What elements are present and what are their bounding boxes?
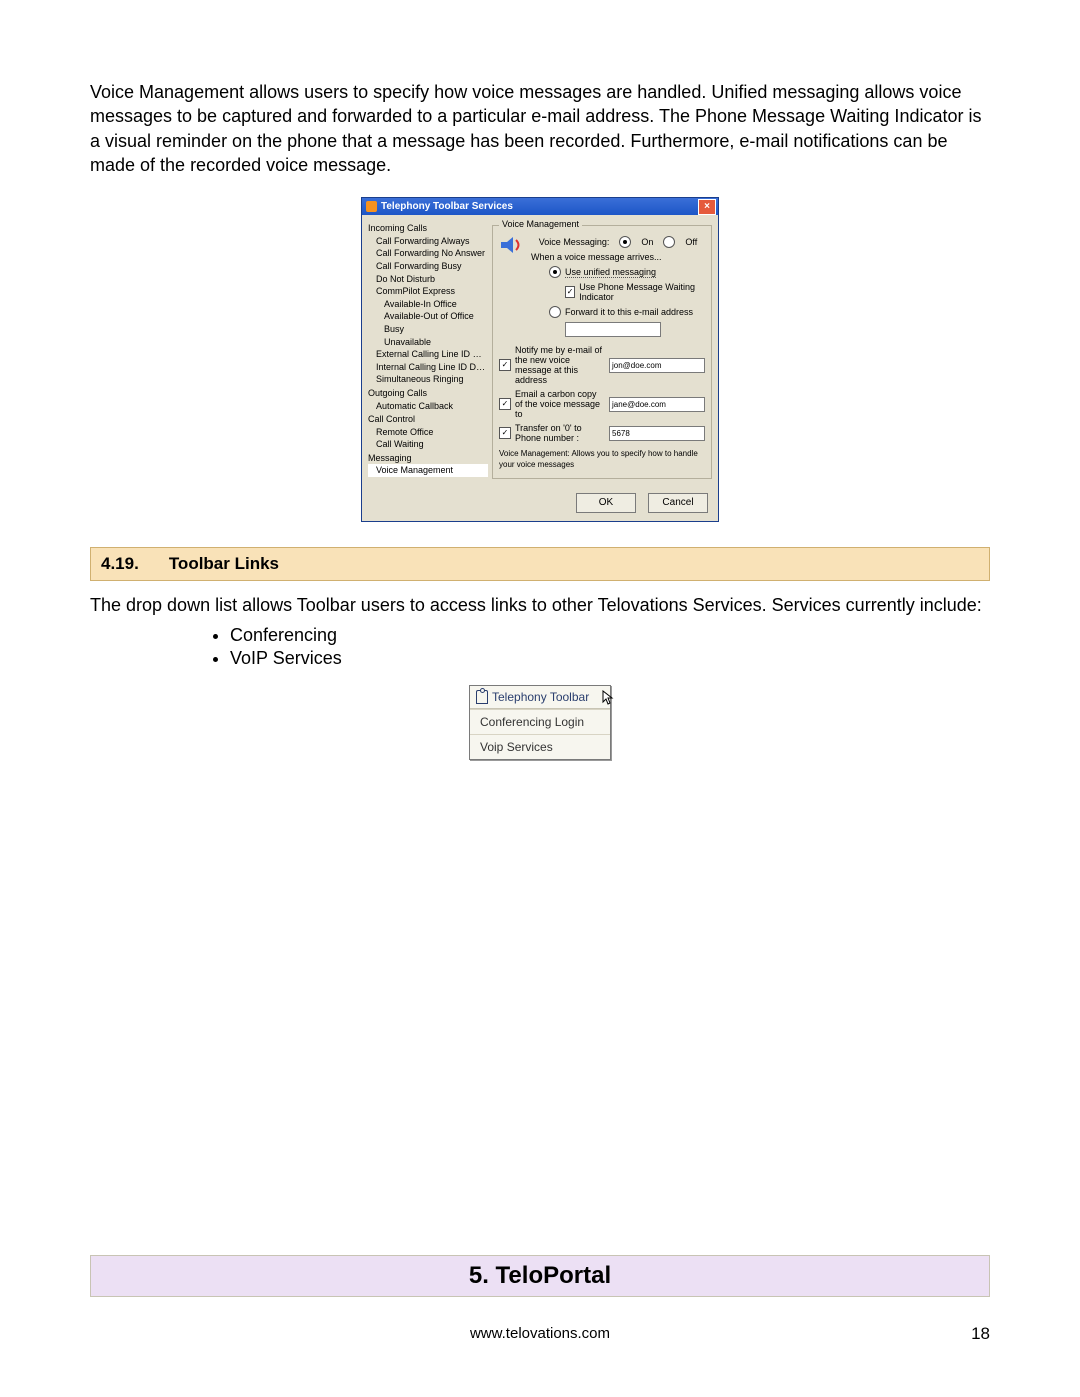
radio-forward-email[interactable] <box>549 306 561 318</box>
tree-item-voice-management[interactable]: Voice Management <box>368 464 488 477</box>
tree-item[interactable]: Call Forwarding Always <box>368 235 488 248</box>
section-5-title: 5. TeloPortal <box>469 1262 611 1289</box>
off-label: Off <box>685 237 697 247</box>
toolbar-icon <box>476 690 488 704</box>
tree-item[interactable]: Automatic Callback <box>368 400 488 413</box>
tree-item[interactable]: Remote Office <box>368 426 488 439</box>
cursor-icon <box>602 690 616 709</box>
panel-legend: Voice Management <box>499 219 582 229</box>
section-title: Toolbar Links <box>169 554 279 573</box>
radio-on[interactable] <box>619 236 631 248</box>
on-label: On <box>641 237 653 247</box>
toolbar-links-text: The drop down list allows Toolbar users … <box>90 593 990 617</box>
ok-button[interactable]: OK <box>576 493 636 513</box>
carbon-label: Email a carbon copy of the voice message… <box>515 389 605 419</box>
notify-label: Notify me by e-mail of the new voice mes… <box>515 345 605 385</box>
voice-management-panel: Voice Management Voice Messaging: On <box>492 221 712 479</box>
arrive-label: When a voice message arrives... <box>531 252 705 262</box>
notify-email-input[interactable]: jon@doe.com <box>609 358 705 373</box>
bullet-list: Conferencing VoIP Services <box>230 625 990 669</box>
use-unified-label: Use unified messaging <box>565 267 656 278</box>
tree-subitem[interactable]: Busy <box>368 323 488 336</box>
tree-group[interactable]: Messaging <box>368 452 488 465</box>
footer-url: www.telovations.com <box>0 1325 1080 1342</box>
section-419-header: 4.19. Toolbar Links <box>90 547 990 581</box>
services-tree[interactable]: Incoming Calls Call Forwarding Always Ca… <box>368 221 488 479</box>
tree-item[interactable]: Do Not Disturb <box>368 273 488 286</box>
radio-off[interactable] <box>663 236 675 248</box>
tree-group[interactable]: Incoming Calls <box>368 222 488 235</box>
tree-group[interactable]: Call Control <box>368 413 488 426</box>
tree-item[interactable]: Call Waiting <box>368 438 488 451</box>
toolbar-dropdown: Telephony Toolbar Conferencing Login Voi… <box>469 685 611 760</box>
app-icon <box>366 201 377 212</box>
tree-subitem[interactable]: Unavailable <box>368 336 488 349</box>
panel-description: Voice Management: Allows you to specify … <box>499 449 705 470</box>
dropdown-item-conferencing[interactable]: Conferencing Login <box>470 709 610 734</box>
tree-item[interactable]: Call Forwarding Busy <box>368 260 488 273</box>
radio-use-unified[interactable] <box>549 266 561 278</box>
voice-messaging-label: Voice Messaging: <box>539 237 610 247</box>
forward-email-label: Forward it to this e-mail address <box>565 307 693 317</box>
tree-item[interactable]: CommPilot Express <box>368 285 488 298</box>
list-item: Conferencing <box>230 625 990 646</box>
dialog-titlebar: Telephony Toolbar Services × <box>362 198 718 215</box>
checkbox-transfer[interactable] <box>499 427 511 439</box>
tree-item[interactable]: Internal Calling Line ID Delivery <box>368 361 488 374</box>
speaker-icon <box>499 234 525 256</box>
tree-subitem[interactable]: Available-Out of Office <box>368 310 488 323</box>
dropdown-title-row[interactable]: Telephony Toolbar <box>470 686 610 709</box>
intro-paragraph: Voice Management allows users to specify… <box>90 80 990 177</box>
close-icon[interactable]: × <box>698 199 716 215</box>
checkbox-pmwi[interactable] <box>565 286 575 298</box>
list-item: VoIP Services <box>230 648 990 669</box>
dialog-title: Telephony Toolbar Services <box>381 201 513 212</box>
dropdown-title: Telephony Toolbar <box>492 690 589 704</box>
tree-item[interactable]: External Calling Line ID Delivery <box>368 348 488 361</box>
tree-group[interactable]: Outgoing Calls <box>368 387 488 400</box>
dropdown-item-voip[interactable]: Voip Services <box>470 734 610 759</box>
checkbox-notify[interactable] <box>499 359 511 371</box>
pmwi-label: Use Phone Message Waiting Indicator <box>579 282 705 302</box>
transfer-number-input[interactable]: 5678 <box>609 426 705 441</box>
carbon-email-input[interactable]: jane@doe.com <box>609 397 705 412</box>
telephony-services-dialog: Telephony Toolbar Services × Incoming Ca… <box>361 197 719 522</box>
page-number: 18 <box>971 1324 990 1344</box>
transfer-label: Transfer on '0' to Phone number : <box>515 423 605 443</box>
tree-item[interactable]: Call Forwarding No Answer <box>368 247 488 260</box>
cancel-button[interactable]: Cancel <box>648 493 708 513</box>
tree-item[interactable]: Simultaneous Ringing <box>368 373 488 386</box>
tree-subitem[interactable]: Available-In Office <box>368 298 488 311</box>
section-5-header: 5. TeloPortal <box>90 1255 990 1297</box>
checkbox-carbon[interactable] <box>499 398 511 410</box>
forward-email-input[interactable] <box>565 322 661 337</box>
section-number: 4.19. <box>101 554 139 573</box>
